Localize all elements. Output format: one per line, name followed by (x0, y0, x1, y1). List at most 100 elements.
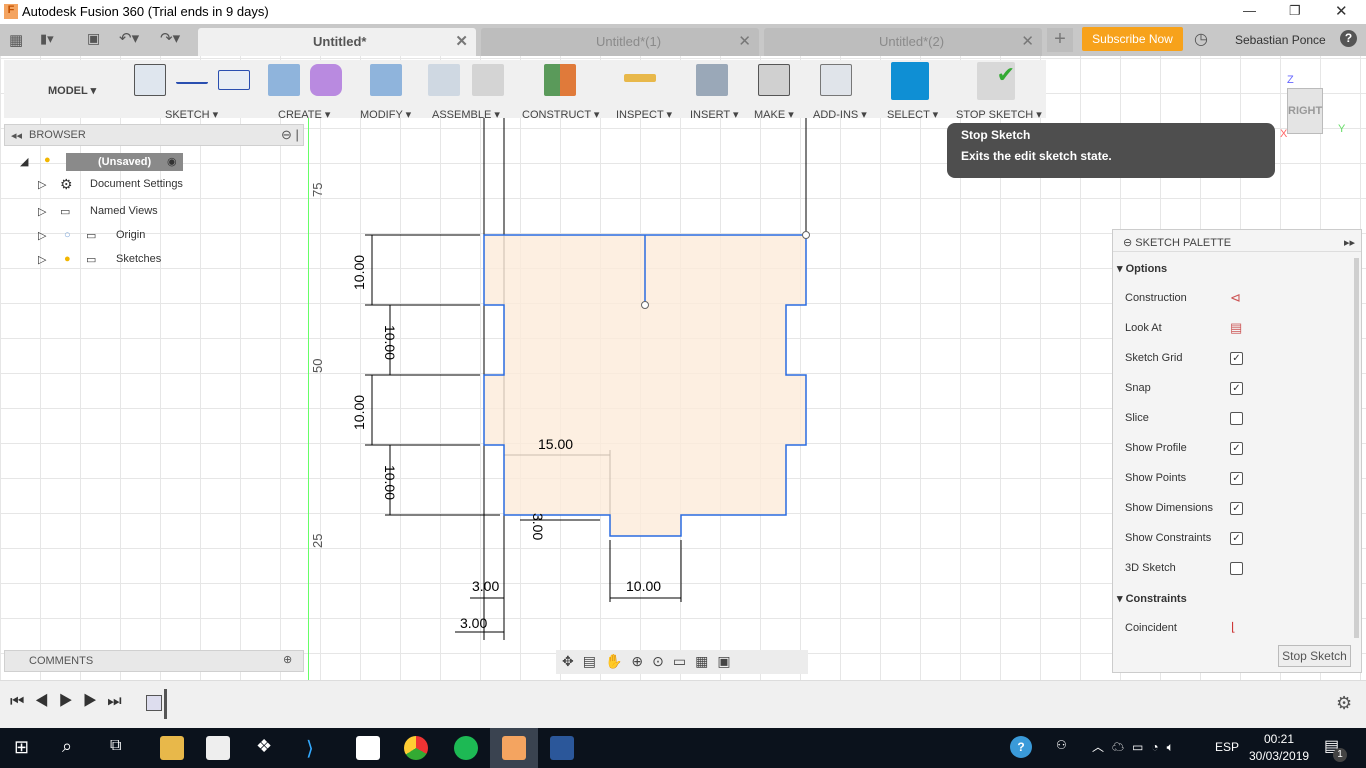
dimension-vertical-3[interactable]: 10.00 (351, 395, 367, 430)
go-to-start-icon[interactable]: ⏮ (10, 693, 34, 710)
help-tray-icon[interactable]: ? (1010, 736, 1032, 758)
stop-sketch-icon[interactable]: ✔ (977, 62, 1015, 100)
checkbox-show-profile[interactable]: ✓ (1230, 442, 1243, 455)
start-icon[interactable]: ⊞ (14, 737, 29, 758)
grid-settings-icon[interactable]: ▦ (695, 653, 717, 669)
checkbox-show-constraints[interactable]: ✓ (1230, 532, 1243, 545)
expand-icon[interactable]: ▷ (38, 178, 46, 191)
fit-icon[interactable]: ⊙ (652, 653, 673, 669)
viewports-icon[interactable]: ▣ (717, 653, 739, 669)
view-cube-face[interactable]: RIGHT (1288, 105, 1322, 117)
palette-header[interactable]: ⊖ SKETCH PALETTE ▸▸ (1113, 230, 1361, 252)
fusion-taskbar-button[interactable] (490, 728, 538, 768)
lightbulb-icon[interactable]: ● (44, 154, 51, 166)
checkbox-3d-sketch[interactable] (1230, 562, 1243, 575)
expand-icon[interactable]: ▷ (38, 205, 46, 218)
palette-scrollbar[interactable] (1354, 258, 1359, 638)
display-settings-icon[interactable]: ▭ (673, 653, 695, 669)
checkbox-snap[interactable]: ✓ (1230, 382, 1243, 395)
store-icon[interactable] (206, 736, 230, 760)
press-pull-icon[interactable] (370, 64, 402, 96)
lightbulb-icon[interactable]: ● (64, 253, 71, 265)
line-icon[interactable] (176, 64, 208, 84)
construction-icon[interactable]: ⊲ (1230, 290, 1241, 306)
expand-icon[interactable]: ▷ (38, 229, 46, 242)
workspace-switcher[interactable]: MODEL ▾ (48, 84, 96, 97)
insert-image-icon[interactable] (696, 64, 728, 96)
sketch-menu[interactable]: SKETCH ▾ (165, 108, 218, 121)
vscode-icon[interactable]: ⟩ (306, 736, 330, 760)
expand-icon[interactable]: ▷ (38, 253, 46, 266)
constraint-coincident[interactable]: Coincident (1125, 622, 1177, 634)
look-at-icon[interactable]: ▤ (583, 653, 605, 669)
measure-icon[interactable] (624, 74, 656, 82)
inspect-menu[interactable]: INSPECT ▾ (616, 108, 672, 121)
clock-date[interactable]: 30/03/2019 (1249, 749, 1309, 763)
activate-icon[interactable]: ◉ (167, 155, 177, 168)
step-back-icon[interactable]: ◀ (34, 693, 58, 710)
people-icon[interactable]: ⚇ (1056, 738, 1067, 752)
construct-menu[interactable]: CONSTRUCT ▾ (522, 108, 599, 121)
comments-panel[interactable]: COMMENTS ⊕ (4, 650, 304, 672)
search-icon[interactable]: ⌕ (62, 736, 72, 757)
view-cube[interactable]: RIGHT (1287, 88, 1323, 134)
dimension-vertical-2[interactable]: 10.00 (382, 325, 398, 360)
pan-icon[interactable]: ✋ (605, 653, 631, 669)
dimension-offset-3-c[interactable]: 3.00 (530, 513, 546, 540)
dimension-width-10[interactable]: 10.00 (626, 578, 661, 594)
timeline-settings-icon[interactable]: ⚙ (1336, 693, 1352, 714)
task-view-icon[interactable]: ⧉ (110, 737, 121, 755)
dimension-vertical-1[interactable]: 10.00 (351, 255, 367, 290)
stop-sketch-button[interactable]: Stop Sketch (1278, 645, 1351, 667)
expand-palette-icon[interactable]: ▸▸ (1344, 236, 1355, 249)
checkbox-sketch-grid[interactable]: ✓ (1230, 352, 1243, 365)
browser-root[interactable]: ◢ ● (Unsaved) ◉ (20, 152, 190, 172)
rectangle-icon[interactable] (218, 70, 250, 90)
root-component-label[interactable]: (Unsaved) (66, 153, 183, 171)
create-menu[interactable]: CREATE ▾ (278, 108, 330, 121)
modify-menu[interactable]: MODIFY ▾ (360, 108, 411, 121)
create-sketch-icon[interactable] (134, 64, 166, 96)
stop-sketch-menu[interactable]: STOP SKETCH ▾ (956, 108, 1042, 121)
checkbox-show-points[interactable]: ✓ (1230, 472, 1243, 485)
dimension-offset-3-b[interactable]: 3.00 (460, 615, 487, 631)
timeline-marker[interactable] (164, 689, 167, 719)
clock-time[interactable]: 00:21 (1264, 732, 1294, 746)
orbit-icon[interactable]: ✥ (562, 653, 583, 669)
lightbulb-icon[interactable]: ○ (64, 229, 71, 241)
zoom-icon[interactable]: ⊕ (631, 653, 652, 669)
file-explorer-icon[interactable] (160, 736, 184, 760)
tray-icons[interactable]: ︿☁▭◔🔈︎ (1092, 738, 1182, 755)
timeline-sketch-feature[interactable] (146, 695, 162, 711)
make-menu[interactable]: MAKE ▾ (754, 108, 794, 121)
dimension-offset-3-a[interactable]: 3.00 (472, 578, 499, 594)
new-component-icon[interactable] (428, 64, 460, 96)
expand-icon[interactable]: ◢ (20, 155, 28, 168)
checkbox-show-dimensions[interactable]: ✓ (1230, 502, 1243, 515)
scripts-addins-icon[interactable] (820, 64, 852, 96)
checkbox-slice[interactable] (1230, 412, 1243, 425)
joint-icon[interactable] (472, 64, 504, 96)
3d-print-icon[interactable] (758, 64, 790, 96)
chrome-icon[interactable] (404, 736, 428, 760)
constraints-section[interactable]: ▾ Constraints (1117, 592, 1187, 605)
step-forward-icon[interactable]: ▶ (83, 693, 107, 710)
add-comment-icon[interactable]: ⊕ (283, 653, 292, 666)
dimension-vertical-4[interactable]: 10.00 (382, 465, 398, 500)
dropbox-icon[interactable]: ❖ (256, 736, 280, 760)
options-section[interactable]: ▾ Options (1117, 262, 1167, 275)
offset-plane-icon[interactable] (544, 64, 576, 96)
play-icon[interactable]: ▶ (59, 693, 83, 710)
collapse-icon[interactable]: ◂◂ (11, 129, 22, 142)
select-menu[interactable]: SELECT ▾ (887, 108, 938, 121)
dimension-width-15[interactable]: 15.00 (538, 436, 573, 452)
insert-menu[interactable]: INSERT ▾ (690, 108, 739, 121)
language-indicator[interactable]: ESP (1215, 740, 1239, 754)
mail-icon[interactable] (356, 736, 380, 760)
go-to-end-icon[interactable]: ⏭ (107, 693, 131, 710)
word-icon[interactable] (550, 736, 574, 760)
look-at-icon[interactable]: ▤ (1230, 320, 1242, 336)
form-icon[interactable] (310, 64, 342, 96)
add-ins-menu[interactable]: ADD-INS ▾ (813, 108, 867, 121)
browser-toggle-icon[interactable]: ⊖ | (281, 127, 299, 143)
